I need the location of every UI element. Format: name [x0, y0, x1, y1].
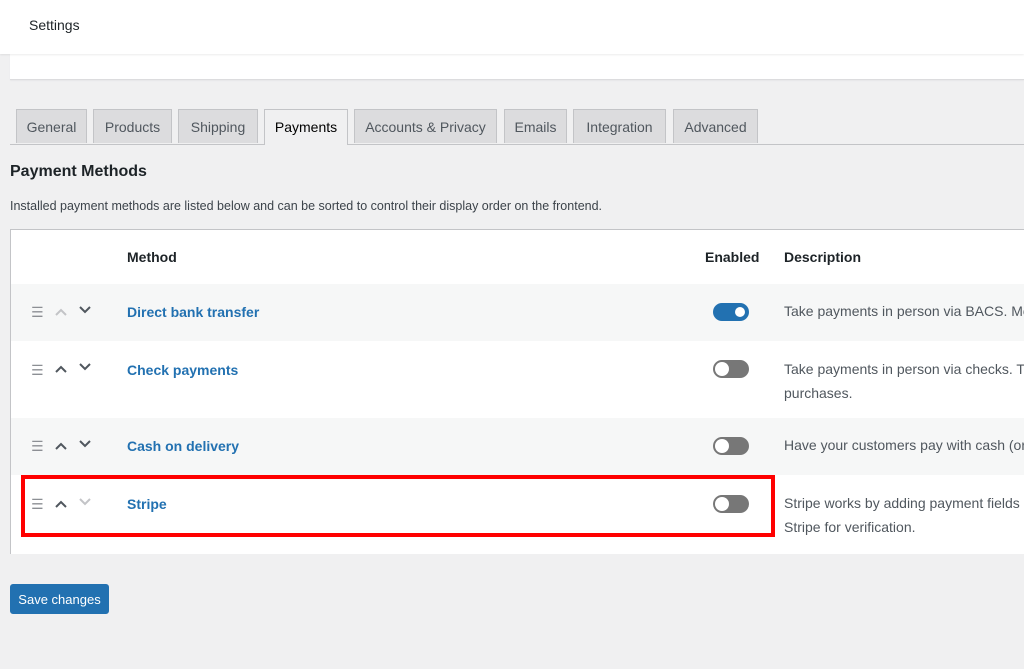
tab-payments[interactable]: Payments [264, 109, 348, 145]
toggle-knob [715, 362, 729, 376]
table-header: Method Enabled Description [11, 230, 1024, 285]
description-line: Take payments in person via BACS. Mor [784, 303, 1024, 319]
table-row: ☰ Check payments Take payments in person… [11, 341, 1024, 418]
enable-toggle-check-payments[interactable] [713, 360, 749, 378]
enable-toggle-stripe[interactable] [713, 495, 749, 513]
column-header-method: Method [127, 249, 177, 265]
method-link-cash-on-delivery[interactable]: Cash on delivery [127, 438, 239, 454]
table-row: ☰ Direct bank transfer Take payments in … [11, 284, 1024, 341]
header-panel [10, 54, 1024, 80]
page-title: Settings [29, 17, 80, 33]
description-line: purchases. [784, 385, 853, 401]
chevron-down-icon[interactable] [79, 438, 91, 450]
enable-toggle-cash-on-delivery[interactable] [713, 437, 749, 455]
tabs-divider [10, 144, 1024, 145]
drag-handle-icon[interactable]: ☰ [31, 304, 44, 321]
tab-advanced[interactable]: Advanced [673, 109, 758, 143]
toggle-knob [715, 439, 729, 453]
table-row: ☰ Stripe Stripe works by adding payment … [11, 475, 1024, 554]
payment-methods-table: Method Enabled Description ☰ Direct bank… [10, 229, 1024, 554]
method-description: Stripe works by adding payment fields o … [784, 491, 1024, 539]
table-row: ☰ Cash on delivery Have your customers p… [11, 418, 1024, 475]
method-description: Have your customers pay with cash (or [784, 433, 1024, 457]
tab-products[interactable]: Products [93, 109, 172, 143]
description-line: Stripe works by adding payment fields o [784, 495, 1024, 511]
method-description: Take payments in person via checks. Th p… [784, 357, 1024, 405]
enable-toggle-direct-bank-transfer[interactable] [713, 303, 749, 321]
description-line: Stripe for verification. [784, 519, 916, 535]
tab-accounts-privacy[interactable]: Accounts & Privacy [354, 109, 497, 143]
method-link-direct-bank-transfer[interactable]: Direct bank transfer [127, 304, 259, 320]
chevron-down-icon[interactable] [79, 361, 91, 373]
save-changes-button[interactable]: Save changes [10, 584, 109, 614]
drag-handle-icon[interactable]: ☰ [31, 496, 44, 513]
description-line: Take payments in person via checks. Th [784, 361, 1024, 377]
column-header-enabled: Enabled [705, 249, 760, 265]
toggle-knob [735, 307, 745, 317]
tab-shipping[interactable]: Shipping [178, 109, 258, 143]
chevron-up-icon[interactable] [55, 306, 67, 318]
chevron-up-icon[interactable] [55, 440, 67, 452]
chevron-up-icon[interactable] [55, 363, 67, 375]
description-line: Have your customers pay with cash (or [784, 437, 1024, 453]
method-description: Take payments in person via BACS. Mor [784, 299, 1024, 323]
section-description: Installed payment methods are listed bel… [10, 199, 603, 213]
tab-general[interactable]: General [16, 109, 87, 143]
drag-handle-icon[interactable]: ☰ [31, 438, 44, 455]
method-link-stripe[interactable]: Stripe [127, 496, 167, 512]
toggle-knob [715, 497, 729, 511]
tab-emails[interactable]: Emails [504, 109, 567, 143]
tab-integration[interactable]: Integration [573, 109, 666, 143]
column-header-description: Description [784, 249, 862, 265]
section-title: Payment Methods [10, 163, 147, 180]
top-bar: Settings [0, 0, 1024, 54]
chevron-down-icon[interactable] [79, 496, 91, 508]
chevron-down-icon[interactable] [79, 304, 91, 316]
chevron-up-icon[interactable] [55, 498, 67, 510]
drag-handle-icon[interactable]: ☰ [31, 362, 44, 379]
method-link-check-payments[interactable]: Check payments [127, 362, 238, 378]
